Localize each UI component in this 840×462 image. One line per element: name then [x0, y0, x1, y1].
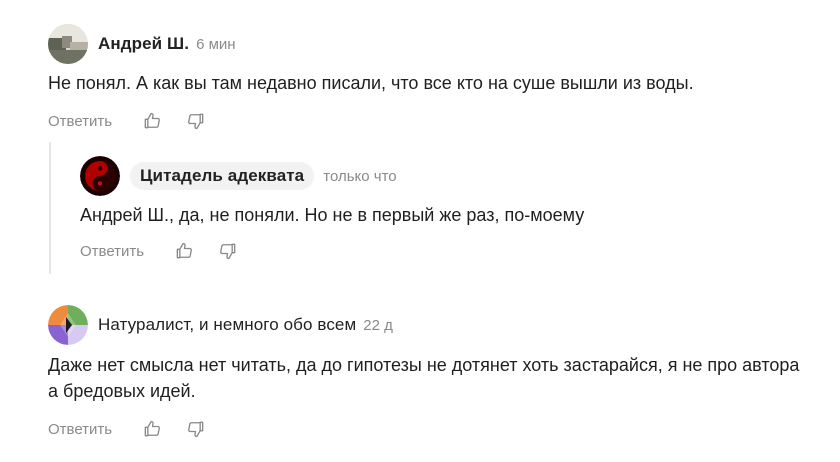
comment-actions: Ответить: [48, 417, 820, 441]
comment-actions: Ответить: [80, 239, 820, 263]
comment-time: только что: [323, 167, 397, 185]
reply-button[interactable]: Ответить: [48, 113, 112, 130]
avatar[interactable]: [80, 156, 120, 196]
comment-text: Даже нет смысла нет читать, да до гипоте…: [48, 355, 800, 401]
comment-header: Андрей Ш. 6 мин: [48, 24, 820, 64]
comment-item: Андрей Ш. 6 мин Не понял. А как вы там н…: [48, 24, 820, 133]
comment-author[interactable]: Натуралист, и немного обо всем: [98, 315, 356, 335]
reply-button[interactable]: Ответить: [48, 421, 112, 438]
comment-actions: Ответить: [48, 109, 820, 133]
comment-time: 6 мин: [196, 35, 236, 53]
comment-text: Не понял. А как вы там недавно писали, ч…: [48, 73, 694, 93]
avatar[interactable]: [48, 24, 88, 64]
thumbs-up-icon[interactable]: [174, 241, 194, 261]
reply-button[interactable]: Ответить: [80, 243, 144, 260]
avatar[interactable]: [48, 305, 88, 345]
comment-author[interactable]: Андрей Ш.: [98, 34, 189, 54]
comment-header: Натуралист, и немного обо всем 22 д: [48, 305, 820, 345]
comment-header: Цитадель адеквата только что: [80, 156, 820, 196]
thumbs-down-icon[interactable]: [186, 111, 206, 131]
thumbs-up-icon[interactable]: [142, 419, 162, 439]
reply-thread-line: [49, 142, 51, 274]
comment-author[interactable]: Цитадель адеквата: [130, 162, 315, 190]
thumbs-down-icon[interactable]: [186, 419, 206, 439]
comment-time: 22 д: [363, 316, 393, 334]
thumbs-down-icon[interactable]: [218, 241, 238, 261]
reply-comment-item: Цитадель адеквата только что Андрей Ш., …: [80, 156, 820, 263]
thumbs-up-icon[interactable]: [142, 111, 162, 131]
comment-text: Андрей Ш., да, не поняли. Но не в первый…: [80, 205, 585, 225]
comment-item: Натуралист, и немного обо всем 22 д Даже…: [48, 305, 820, 441]
